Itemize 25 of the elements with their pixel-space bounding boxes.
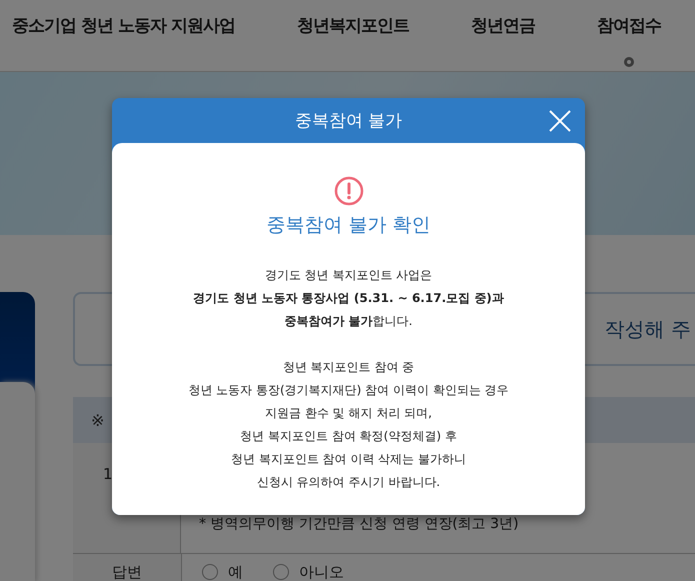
radio-option[interactable]: 아니오 xyxy=(273,562,344,581)
nav-link[interactable]: 청년연금 xyxy=(470,14,535,37)
radio-button[interactable] xyxy=(202,564,218,580)
message-line: 청년 복지포인트 참여 중 xyxy=(282,359,414,376)
table-cell: 답변 xyxy=(73,554,182,581)
message-line: 지원금 환수 및 해지 처리 되며, xyxy=(265,405,432,422)
nav-link[interactable]: 청년복지포인트 xyxy=(296,14,409,37)
header-text: ※ xyxy=(91,410,104,430)
message-line: 경기도 청년 복지포인트 사업은 xyxy=(264,267,432,284)
note-text: * 병역의무이행 기간만큼 신청 연령 연장(최고 3년) xyxy=(199,515,519,533)
nav-link[interactable]: 참여접수 xyxy=(596,14,661,67)
notice-text: 작성해 주 xyxy=(604,316,691,342)
warning-icon xyxy=(334,176,364,206)
message-line: 청년 복지포인트 참여 확정(약정체결) 후 xyxy=(240,428,457,445)
dialog-title: 중복참여 불가 xyxy=(294,110,402,132)
message-line: 중복참여가 불가합니다. xyxy=(284,313,412,330)
message-line: 청년 노동자 통장(경기복지재단) 참여 이력이 확인되는 경우 xyxy=(188,382,509,399)
radio-button[interactable] xyxy=(273,564,289,580)
radio-option[interactable]: 예 xyxy=(202,562,243,581)
message-line: 청년 복지포인트 참여 이력 삭제는 불가하니 xyxy=(230,451,466,468)
close-icon[interactable] xyxy=(549,110,571,132)
message-line: 신청시 유의하여 주시기 바랍니다. xyxy=(256,474,440,491)
dialog-heading: 중복참여 불가 확인 xyxy=(266,213,431,238)
message-line: 경기도 청년 노동자 통장사업 (5.31. ~ 6.17.모집 중)과 xyxy=(193,290,504,307)
nav-link[interactable]: 중소기업 청년 노동자 지원사업 xyxy=(12,14,235,37)
